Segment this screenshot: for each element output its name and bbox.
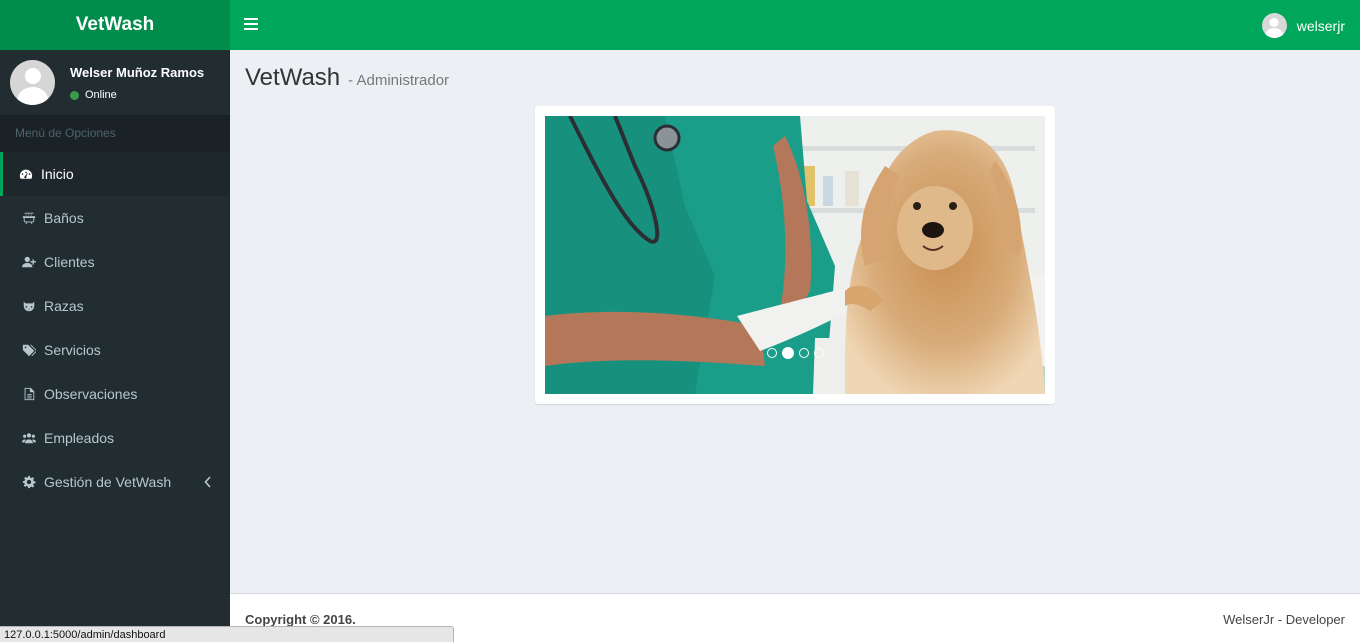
online-dot-icon bbox=[70, 90, 79, 100]
sidebar-item-label: Gestión de VetWash bbox=[44, 474, 172, 490]
sidebar-item-empleados[interactable]: Empleados bbox=[0, 416, 230, 460]
sidebar-item-label: Baños bbox=[44, 210, 84, 226]
image-carousel[interactable] bbox=[545, 116, 1045, 394]
user-name: Welser Muñoz Ramos bbox=[70, 65, 205, 80]
sidebar-item-banos[interactable]: Baños bbox=[0, 196, 230, 240]
carousel-indicators bbox=[545, 347, 1045, 359]
menu-header: Menú de Opciones bbox=[0, 115, 230, 152]
browser-status-url: 127.0.0.1:5000/admin/dashboard bbox=[0, 626, 454, 642]
bath-icon bbox=[21, 211, 36, 225]
user-menu[interactable]: welserjr bbox=[1261, 13, 1345, 38]
sidebar-item-observaciones[interactable]: Observaciones bbox=[0, 372, 230, 416]
sidebar-item-razas[interactable]: Razas bbox=[0, 284, 230, 328]
user-plus-icon bbox=[21, 255, 36, 269]
sidebar-item-label: Inicio bbox=[41, 166, 74, 182]
users-icon bbox=[21, 431, 36, 445]
sidebar-item-servicios[interactable]: Servicios bbox=[0, 328, 230, 372]
page-subtitle: - Administrador bbox=[348, 72, 450, 89]
paw-icon bbox=[21, 299, 36, 313]
user-panel: Welser Muñoz Ramos Online bbox=[0, 50, 230, 115]
file-icon bbox=[21, 387, 36, 401]
app-logo[interactable]: VetWash bbox=[0, 0, 230, 50]
carousel-indicator[interactable] bbox=[766, 348, 777, 358]
carousel-box bbox=[535, 106, 1055, 404]
tags-icon bbox=[21, 343, 36, 357]
footer-copyright: Copyright © 2016. bbox=[245, 612, 356, 627]
user-status-label: Online bbox=[85, 89, 117, 101]
chevron-left-icon bbox=[204, 475, 212, 489]
footer-developer: WelserJr - Developer bbox=[1223, 612, 1345, 627]
carousel-indicator-active[interactable] bbox=[781, 347, 794, 359]
sidebar-item-label: Clientes bbox=[44, 254, 95, 270]
sidebar-item-label: Razas bbox=[44, 298, 84, 314]
hamburger-icon[interactable] bbox=[244, 18, 258, 30]
sidebar-item-label: Servicios bbox=[44, 342, 101, 358]
sidebar: Welser Muñoz Ramos Online Menú de Opcion… bbox=[0, 50, 230, 642]
user-status: Online bbox=[70, 89, 117, 101]
carousel-indicator[interactable] bbox=[798, 348, 809, 358]
sidebar-item-inicio[interactable]: Inicio bbox=[0, 152, 230, 196]
sidebar-item-label: Observaciones bbox=[44, 386, 138, 402]
sidebar-item-label: Empleados bbox=[44, 430, 115, 446]
dashboard-icon bbox=[18, 167, 33, 181]
header-username: welserjr bbox=[1296, 17, 1345, 34]
avatar bbox=[10, 60, 55, 105]
carousel-indicator[interactable] bbox=[813, 348, 824, 358]
sidebar-item-clientes[interactable]: Clientes bbox=[0, 240, 230, 284]
user-avatar-icon bbox=[1261, 13, 1287, 38]
sidebar-menu: Inicio Baños Clientes Razas Servicios Ob… bbox=[0, 152, 230, 504]
page-title: VetWash bbox=[245, 64, 341, 91]
gear-icon bbox=[21, 475, 36, 489]
content-header: VetWash - Administrador bbox=[245, 64, 449, 92]
top-navbar: welserjr bbox=[230, 0, 1360, 50]
sidebar-item-gestion[interactable]: Gestión de VetWash bbox=[0, 460, 230, 504]
